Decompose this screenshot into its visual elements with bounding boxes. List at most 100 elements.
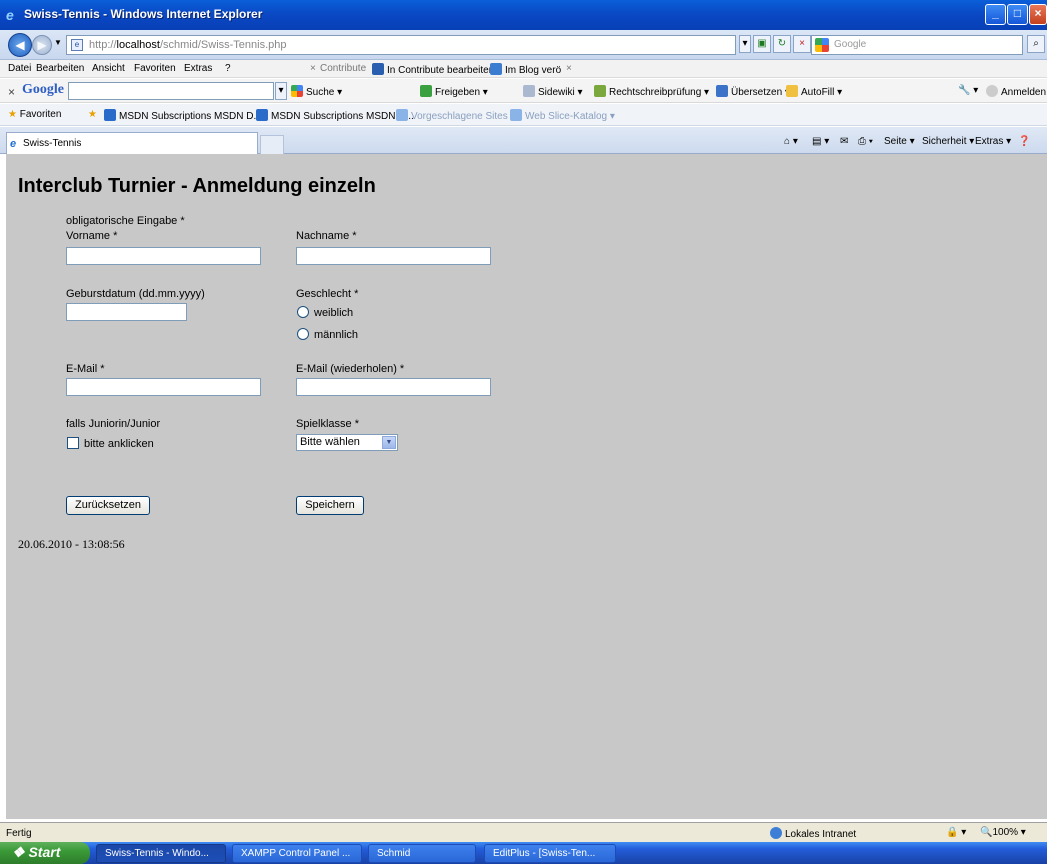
mail-button[interactable]: ✉ [840,136,848,147]
email-input[interactable] [66,378,261,396]
favorite-item-msdn-2[interactable]: MSDN Subscriptions MSDN D... [256,109,414,122]
lastname-input[interactable] [296,247,491,265]
rss-icon: ▤ [812,136,822,147]
help-button[interactable]: ❓ [1018,136,1030,147]
print-button[interactable]: ⎙ ▾ [858,136,873,147]
close-window-button[interactable]: × [1029,4,1047,25]
timestamp: 20.06.2010 - 13:08:56 [18,537,125,551]
google-search-button[interactable]: Suche ▾ [291,85,342,98]
share-label: Freigeben [435,87,481,98]
forward-button[interactable]: ▶ [32,35,52,55]
toolbar-close-icon[interactable]: × [8,85,15,99]
ie-icon [396,109,408,121]
task-xampp[interactable]: XAMPP Control Panel ... [232,844,362,863]
menu-tools[interactable]: Extras [184,63,212,74]
refresh-button[interactable]: ↻ [773,35,791,53]
favorite-item-msdn-1[interactable]: MSDN Subscriptions MSDN D... [104,109,262,122]
msdn-icon [104,109,116,121]
feeds-button[interactable]: ▤ ▾ [812,136,829,147]
history-dropdown-icon[interactable]: ▼ [54,38,62,47]
google-icon [815,38,829,52]
search-input[interactable]: Google [811,35,1023,55]
search-button[interactable]: ⌕ [1027,35,1045,53]
address-bar: ◀ ▶ ▼ e http://localhost/schmid/Swiss-Te… [0,30,1047,60]
menu-edit[interactable]: Bearbeiten [36,63,84,74]
home-button[interactable]: ⌂ ▾ [784,136,798,147]
autofill-icon [786,85,798,97]
favorite-item-suggested[interactable]: Vorgeschlagene Sites ▾ [396,109,516,122]
class-select[interactable]: Bitte wählen ▼ [296,434,398,451]
contribute-close-icon[interactable]: × [310,63,316,74]
spellcheck-button[interactable]: Rechtschreibprüfung ▾ [594,85,709,98]
menu-favorites[interactable]: Favoriten [134,63,176,74]
webslice-icon [510,109,522,121]
star-icon: ★ [8,109,17,120]
contribute-icon [372,63,384,75]
maximize-button[interactable]: □ [1007,4,1028,25]
google-logo: Google [22,82,64,97]
add-favorite-icon[interactable]: ★ [88,109,97,120]
start-button[interactable]: ❖ Start [0,842,90,864]
junior-checkbox[interactable] [67,437,79,449]
wrench-button[interactable]: 🔧 ▾ [958,85,978,96]
zoom-button[interactable]: 🔍100% ▾ [980,827,1026,838]
security-zone[interactable]: Lokales Intranet [770,827,856,840]
tools-menu-button[interactable]: Extras ▾ [975,136,1011,147]
minimize-button[interactable]: _ [985,4,1006,25]
back-button[interactable]: ◀ [8,33,32,57]
status-text: Fertig [6,828,32,839]
menu-help[interactable]: ? [225,63,231,74]
favorites-button[interactable]: ★ Favoriten [8,109,61,120]
spellcheck-label: Rechtschreibprüfung [609,87,702,98]
compat-view-button[interactable]: ▣ [753,35,771,53]
google-toolbar: × Google ▾ Suche ▾ Freigeben ▾ Sidewiki … [0,79,1047,103]
menu-view[interactable]: Ansicht [92,63,125,74]
home-icon: ⌂ [784,136,791,147]
google-search-dropdown[interactable]: ▾ [275,82,287,100]
menu-file[interactable]: Datei [8,63,31,74]
gender-female-radio[interactable] [297,306,309,318]
email-repeat-input[interactable] [296,378,491,396]
status-bar: Fertig Lokales Intranet 🔒 ▾ 🔍100% ▾ [0,822,1047,842]
favorites-label: Favoriten [19,109,62,120]
share-button[interactable]: Freigeben ▾ [420,85,488,98]
blog-button[interactable]: Im Blog verö [490,63,561,76]
translate-button[interactable]: Übersetzen ▾ [716,85,790,98]
save-button[interactable]: Speichern [296,496,364,515]
stop-icon: × [799,38,805,49]
favorite-item-label: MSDN Subscriptions MSDN D... [119,111,262,122]
favorite-item-label: Web Slice-Katalog [525,111,608,122]
msdn-icon [256,109,268,121]
page-menu-button[interactable]: Seite ▾ [884,136,915,147]
url-input[interactable]: e http://localhost/schmid/Swiss-Tennis.p… [66,35,736,55]
url-dropdown-button[interactable]: ▾ [739,35,751,53]
google-search-input[interactable] [68,82,274,100]
url-host: localhost [116,39,160,51]
new-tab-button[interactable] [260,135,284,154]
signin-button[interactable]: Anmelden [986,85,1046,98]
birthdate-input[interactable] [66,303,187,321]
blog-close-icon[interactable]: × [566,63,572,74]
contribute-edit-button[interactable]: In Contribute bearbeiten [372,63,494,76]
sidewiki-button[interactable]: Sidewiki ▾ [523,85,583,98]
task-schmid[interactable]: Schmid [368,844,476,863]
safety-menu-button[interactable]: Sicherheit ▾ [922,136,974,147]
protected-mode-button[interactable]: 🔒 ▾ [946,827,966,838]
stop-button[interactable]: × [793,35,811,53]
tab-swiss-tennis[interactable]: e Swiss-Tennis [6,132,258,154]
ie-icon: e [10,138,17,150]
translate-icon [716,85,728,97]
email-label: E-Mail * [66,363,105,375]
gender-male-radio[interactable] [297,328,309,340]
task-swiss-tennis[interactable]: Swiss-Tennis - Windo... [96,844,226,863]
firstname-input[interactable] [66,247,261,265]
task-editplus[interactable]: EditPlus - [Swiss-Ten... [484,844,616,863]
reset-button[interactable]: Zurücksetzen [66,496,150,515]
class-label: Spielklasse * [296,418,359,430]
zoom-icon: 🔍 [980,827,993,838]
contribute-button[interactable]: Contribute [320,63,366,74]
autofill-button[interactable]: AutoFill ▾ [786,85,842,98]
favorite-item-webslice[interactable]: Web Slice-Katalog ▾ [510,109,615,122]
back-arrow-icon: ◀ [15,38,25,52]
windows-logo-icon: ❖ [12,844,25,860]
